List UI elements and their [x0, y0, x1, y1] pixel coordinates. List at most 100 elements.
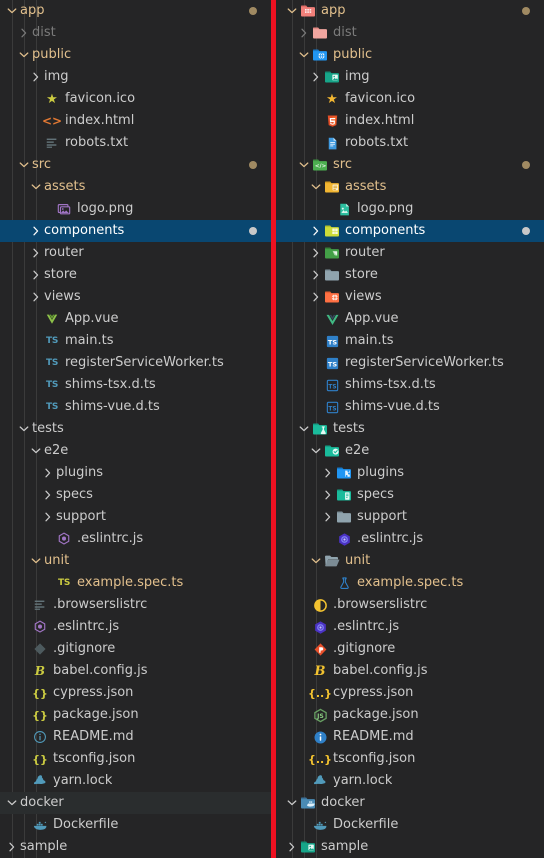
tree-folder-row[interactable]: components [276, 220, 544, 242]
tree-folder-row[interactable]: public [0, 44, 271, 66]
chevron-down-icon[interactable] [16, 418, 32, 440]
tree-file-row[interactable]: Dockerfile [0, 814, 271, 836]
chevron-down-icon[interactable] [28, 440, 44, 462]
chevron-right-icon[interactable] [16, 22, 32, 44]
tree-file-row[interactable]: README.md [276, 726, 544, 748]
tree-folder-row[interactable]: tests [0, 418, 271, 440]
tree-file-row[interactable]: .eslintrc.js [0, 616, 271, 638]
material-icon-theme-panel[interactable]: app dist public img ★ favicon.ico index.html ro… [276, 0, 544, 858]
tree-file-row[interactable]: TS shims-vue.d.ts [276, 396, 544, 418]
tree-file-row[interactable]: robots.txt [276, 132, 544, 154]
tree-file-row[interactable]: .browserslistrc [0, 594, 271, 616]
tree-folder-row[interactable]: router [276, 242, 544, 264]
tree-file-row[interactable]: {..} tsconfig.json [276, 748, 544, 770]
chevron-down-icon[interactable] [16, 154, 32, 176]
tree-folder-row[interactable]: tests [276, 418, 544, 440]
chevron-right-icon[interactable] [28, 264, 44, 286]
chevron-right-icon[interactable] [40, 484, 56, 506]
tree-folder-row[interactable]: support [0, 506, 271, 528]
tree-file-row[interactable]: TS main.ts [276, 330, 544, 352]
tree-file-row[interactable]: TS shims-tsx.d.ts [0, 374, 271, 396]
tree-folder-row[interactable]: store [276, 264, 544, 286]
tree-folder-row[interactable]: plugins [276, 462, 544, 484]
chevron-right-icon[interactable] [4, 836, 20, 858]
chevron-right-icon[interactable] [40, 462, 56, 484]
tree-file-row[interactable]: yarn.lock [276, 770, 544, 792]
tree-folder-row[interactable]: assets [0, 176, 271, 198]
seti-icon-theme-panel[interactable]: app dist public img ★ favicon.ico <> index.html… [0, 0, 271, 858]
chevron-right-icon[interactable] [28, 242, 44, 264]
tree-file-row[interactable]: ★ favicon.ico [0, 88, 271, 110]
chevron-down-icon[interactable] [296, 44, 312, 66]
tree-file-row[interactable]: TS main.ts [0, 330, 271, 352]
tree-file-row[interactable]: .gitignore [276, 638, 544, 660]
tree-file-row[interactable]: ★ favicon.ico [276, 88, 544, 110]
tree-folder-row[interactable]: docker [276, 792, 544, 814]
chevron-right-icon[interactable] [28, 286, 44, 308]
tree-file-row[interactable]: logo.png [276, 198, 544, 220]
tree-folder-row[interactable]: sample [276, 836, 544, 858]
chevron-right-icon[interactable] [308, 66, 324, 88]
tree-file-row[interactable]: TS shims-vue.d.ts [0, 396, 271, 418]
chevron-right-icon[interactable] [296, 22, 312, 44]
chevron-down-icon[interactable] [296, 154, 312, 176]
tree-folder-row[interactable]: assets [276, 176, 544, 198]
tree-file-row[interactable]: <> index.html [0, 110, 271, 132]
tree-file-row[interactable]: yarn.lock [0, 770, 271, 792]
tree-file-row[interactable]: robots.txt [0, 132, 271, 154]
tree-file-row[interactable]: Dockerfile [276, 814, 544, 836]
chevron-down-icon[interactable] [284, 0, 300, 22]
tree-file-row[interactable]: example.spec.ts [276, 572, 544, 594]
chevron-right-icon[interactable] [308, 286, 324, 308]
chevron-down-icon[interactable] [28, 550, 44, 572]
chevron-right-icon[interactable] [308, 264, 324, 286]
tree-file-row[interactable]: TS registerServiceWorker.ts [276, 352, 544, 374]
tree-folder-row[interactable]: sample [0, 836, 271, 858]
chevron-right-icon[interactable] [308, 242, 324, 264]
tree-folder-row[interactable]: views [0, 286, 271, 308]
tree-folder-row[interactable]: public [276, 44, 544, 66]
tree-file-row[interactable]: logo.png [0, 198, 271, 220]
chevron-down-icon[interactable] [296, 418, 312, 440]
tree-folder-row[interactable]: e2e [0, 440, 271, 462]
tree-file-row[interactable]: TS example.spec.ts [0, 572, 271, 594]
tree-folder-row[interactable]: store [0, 264, 271, 286]
tree-file-row[interactable]: .browserslistrc [276, 594, 544, 616]
tree-file-row[interactable]: .gitignore [0, 638, 271, 660]
chevron-right-icon[interactable] [40, 506, 56, 528]
chevron-down-icon[interactable] [16, 44, 32, 66]
chevron-down-icon[interactable] [308, 440, 324, 462]
chevron-down-icon[interactable] [28, 176, 44, 198]
tree-folder-row[interactable]: docker [0, 792, 271, 814]
tree-file-row[interactable]: {} cypress.json [0, 682, 271, 704]
tree-file-row[interactable]: JS package.json [276, 704, 544, 726]
tree-folder-row[interactable]: dist [276, 22, 544, 44]
tree-file-row[interactable]: index.html [276, 110, 544, 132]
tree-file-row[interactable]: README.md [0, 726, 271, 748]
chevron-right-icon[interactable] [284, 836, 300, 858]
tree-folder-row[interactable]: plugins [0, 462, 271, 484]
chevron-right-icon[interactable] [320, 462, 336, 484]
chevron-down-icon[interactable] [284, 792, 300, 814]
tree-file-row[interactable]: {} package.json [0, 704, 271, 726]
chevron-down-icon[interactable] [4, 0, 20, 22]
tree-file-row[interactable]: {..} cypress.json [276, 682, 544, 704]
chevron-down-icon[interactable] [4, 792, 20, 814]
chevron-right-icon[interactable] [320, 506, 336, 528]
tree-folder-row[interactable]: app [276, 0, 544, 22]
tree-folder-row[interactable]: router [0, 242, 271, 264]
file-tree-left[interactable]: app dist public img ★ favicon.ico <> index.html… [0, 0, 271, 858]
file-tree-right[interactable]: app dist public img ★ favicon.ico index.html ro… [276, 0, 544, 858]
chevron-right-icon[interactable] [28, 66, 44, 88]
tree-file-row[interactable]: Bbabel.config.js [0, 660, 271, 682]
tree-folder-row[interactable]: unit [276, 550, 544, 572]
tree-folder-row[interactable]: specs [276, 484, 544, 506]
tree-folder-row[interactable]: </> src [276, 154, 544, 176]
tree-folder-row[interactable]: src [0, 154, 271, 176]
tree-file-row[interactable]: .eslintrc.js [0, 528, 271, 550]
tree-file-row[interactable]: TS registerServiceWorker.ts [0, 352, 271, 374]
tree-folder-row[interactable]: unit [0, 550, 271, 572]
tree-file-row[interactable]: App.vue [276, 308, 544, 330]
tree-file-row[interactable]: App.vue [0, 308, 271, 330]
chevron-down-icon[interactable] [308, 550, 324, 572]
